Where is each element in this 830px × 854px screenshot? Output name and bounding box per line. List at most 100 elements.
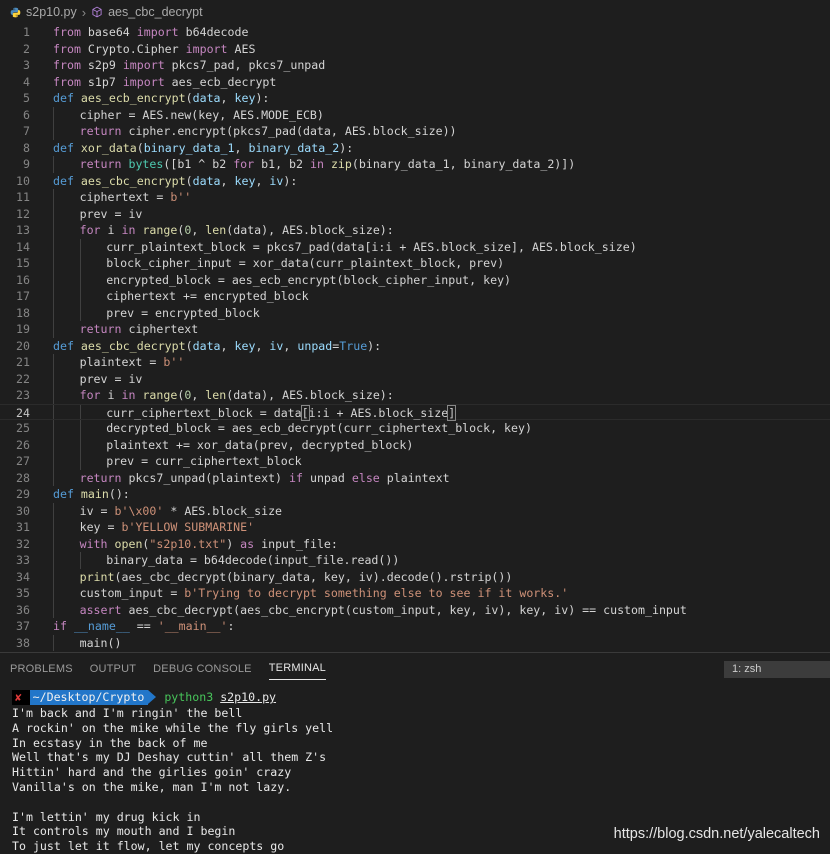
code-line[interactable]: 30 iv = b'\x00' * AES.block_size <box>0 502 830 519</box>
terminal-line: Hittin' hard and the girlies goin' crazy <box>12 765 292 780</box>
code-token: def <box>53 173 81 188</box>
code-token: input_file: <box>254 536 338 551</box>
indent-guide <box>79 420 81 437</box>
code-text: def aes_cbc_encrypt(data, key, iv): <box>30 173 297 190</box>
code-line[interactable]: 27 prev = curr_ciphertext_block <box>0 453 830 470</box>
code-text: def main(): <box>30 486 130 503</box>
code-line[interactable]: 24 curr_ciphertext_block = data[i:i + AES… <box>0 403 830 421</box>
code-line[interactable]: 21 plaintext = b'' <box>0 354 830 371</box>
code-line[interactable]: 31 key = b'YELLOW SUBMARINE' <box>0 519 830 536</box>
code-editor[interactable]: 1 from base64 import b64decode 2 from Crypt… <box>0 24 830 652</box>
code-token: '__main__' <box>157 619 228 633</box>
code-token: "s2p10.txt" <box>149 536 227 551</box>
code-token: return <box>79 470 122 485</box>
code-line[interactable]: 11 ciphertext = b'' <box>0 189 830 206</box>
code-line[interactable]: 7 return cipher.encrypt(pkcs7_pad(data, A… <box>0 123 830 140</box>
code-token: from <box>53 25 81 39</box>
code-token: key <box>234 338 256 353</box>
code-token: zip <box>330 157 352 171</box>
code-token: import <box>185 41 228 56</box>
code-line[interactable]: 35 custom_input = b'Trying to decrypt som… <box>0 585 830 602</box>
code-line[interactable]: 28 return pkcs7_unpad(plaintext) if unpad… <box>0 469 830 486</box>
code-token: data <box>192 91 221 105</box>
tab-debug-console[interactable]: DEBUG CONSOLE <box>153 657 252 680</box>
indent-guide <box>53 156 54 173</box>
breadcrumb-symbol[interactable]: aes_cbc_decrypt <box>108 5 203 19</box>
code-line[interactable]: 19 return ciphertext <box>0 321 830 338</box>
indent-guide <box>53 238 54 255</box>
code-text: if __name__ == '__main__': <box>30 618 235 635</box>
indent-guide <box>53 436 54 453</box>
code-line[interactable]: 26 plaintext += xor_data(prev, decrypted_… <box>0 436 830 453</box>
code-token: ): <box>339 140 354 155</box>
indent-guide <box>53 271 54 288</box>
line-number: 25 <box>16 421 30 435</box>
code-line[interactable]: 8 def xor_data(binary_data_1, binary_data… <box>0 140 830 157</box>
code-line[interactable]: 5 def aes_ecb_encrypt(data, key): <box>0 90 830 107</box>
code-line[interactable]: 18 prev = encrypted_block <box>0 304 830 321</box>
code-token: b'\x00' <box>114 503 164 518</box>
indent-guide <box>53 420 54 437</box>
code-token: for <box>233 157 255 171</box>
code-line[interactable]: 9 return bytes([b1 ^ b2 for b1, b2 in zip… <box>0 156 830 173</box>
code-token: i <box>100 223 122 237</box>
code-token: aes_ecb_decrypt <box>164 74 277 89</box>
tab-problems[interactable]: PROBLEMS <box>10 657 73 680</box>
breadcrumb-file[interactable]: s2p10.py <box>26 5 77 19</box>
code-line[interactable]: 12 prev = iv <box>0 205 830 222</box>
code-text: from base64 import b64decode <box>30 24 248 41</box>
line-number: 19 <box>16 322 30 336</box>
line-number: 35 <box>16 586 30 600</box>
code-token: , <box>283 338 298 353</box>
terminal-line: I'm lettin' my drug kick in <box>12 809 201 824</box>
tab-output[interactable]: OUTPUT <box>90 657 136 680</box>
line-number: 16 <box>16 272 30 287</box>
code-text: return bytes([b1 ^ b2 for b1, b2 in zip(… <box>30 156 575 173</box>
code-line[interactable]: 22 prev = iv <box>0 370 830 387</box>
tab-terminal[interactable]: TERMINAL <box>268 656 326 680</box>
code-line[interactable]: 32 with open("s2p10.txt") as input_file: <box>0 535 830 552</box>
code-line[interactable]: 34 print(aes_cbc_decrypt(binary_data, key… <box>0 568 830 585</box>
code-token: binary_data_2 <box>248 140 340 155</box>
code-line[interactable]: 15 block_cipher_input = xor_data(curr_pla… <box>0 255 830 272</box>
indent-guide <box>79 304 81 321</box>
code-line[interactable]: 37 if __name__ == '__main__': <box>0 618 830 635</box>
code-line[interactable]: 38 main() <box>0 634 830 651</box>
code-token: main <box>80 487 109 501</box>
code-line[interactable]: 23 for i in range(0, len(data), AES.block… <box>0 387 830 404</box>
prompt-arrow-icon <box>148 690 157 704</box>
code-line[interactable]: 25 decrypted_block = aes_ecb_decrypt(curr… <box>0 420 830 437</box>
indent-guide <box>53 205 54 222</box>
code-token: b'YELLOW SUBMARINE' <box>121 520 255 534</box>
line-number: 1 <box>23 25 30 39</box>
code-line[interactable]: 14 curr_plaintext_block = pkcs7_pad(data[… <box>0 238 830 255</box>
line-number: 18 <box>16 305 30 320</box>
code-token: prev = encrypted_block <box>106 305 260 320</box>
code-token: b64decode <box>178 25 249 39</box>
code-token: b'' <box>163 355 185 369</box>
code-token: prev = iv <box>79 371 143 386</box>
code-line[interactable]: 29 def main(): <box>0 486 830 503</box>
code-line[interactable]: 3 from s2p9 import pkcs7_pad, pkcs7_unpad <box>0 57 830 74</box>
code-line[interactable]: 1 from base64 import b64decode <box>0 24 830 41</box>
code-line[interactable]: 13 for i in range(0, len(data), AES.block… <box>0 222 830 239</box>
code-line[interactable]: 16 encrypted_block = aes_ecb_encrypt(bloc… <box>0 271 830 288</box>
terminal-select[interactable]: 1: zsh <box>724 661 830 678</box>
code-line[interactable]: 36 assert aes_cbc_decrypt(aes_cbc_encrypt… <box>0 601 830 618</box>
code-line[interactable]: 20 def aes_cbc_decrypt(data, key, iv, unp… <box>0 338 830 355</box>
code-line[interactable]: 17 ciphertext += encrypted_block <box>0 288 830 305</box>
code-line[interactable]: 6 cipher = AES.new(key, AES.MODE_ECB) <box>0 106 830 123</box>
code-text: for i in range(0, len(data), AES.block_s… <box>30 222 394 239</box>
code-token: ( <box>185 338 193 353</box>
code-text: from s1p7 import aes_ecb_decrypt <box>30 74 276 91</box>
code-text: plaintext += xor_data(prev, decrypted_bl… <box>30 436 413 453</box>
code-line[interactable]: 2 from Crypto.Cipher import AES <box>0 41 830 58</box>
code-token: , <box>191 388 206 402</box>
code-line[interactable]: 10 def aes_cbc_encrypt(data, key, iv): <box>0 173 830 190</box>
code-token: return <box>79 124 122 138</box>
code-line[interactable]: 33 binary_data = b64decode(input_file.rea… <box>0 552 830 569</box>
code-token: prev = curr_ciphertext_block <box>106 454 302 468</box>
code-line[interactable]: 4 from s1p7 import aes_ecb_decrypt <box>0 74 830 91</box>
code-token: , <box>255 173 270 188</box>
